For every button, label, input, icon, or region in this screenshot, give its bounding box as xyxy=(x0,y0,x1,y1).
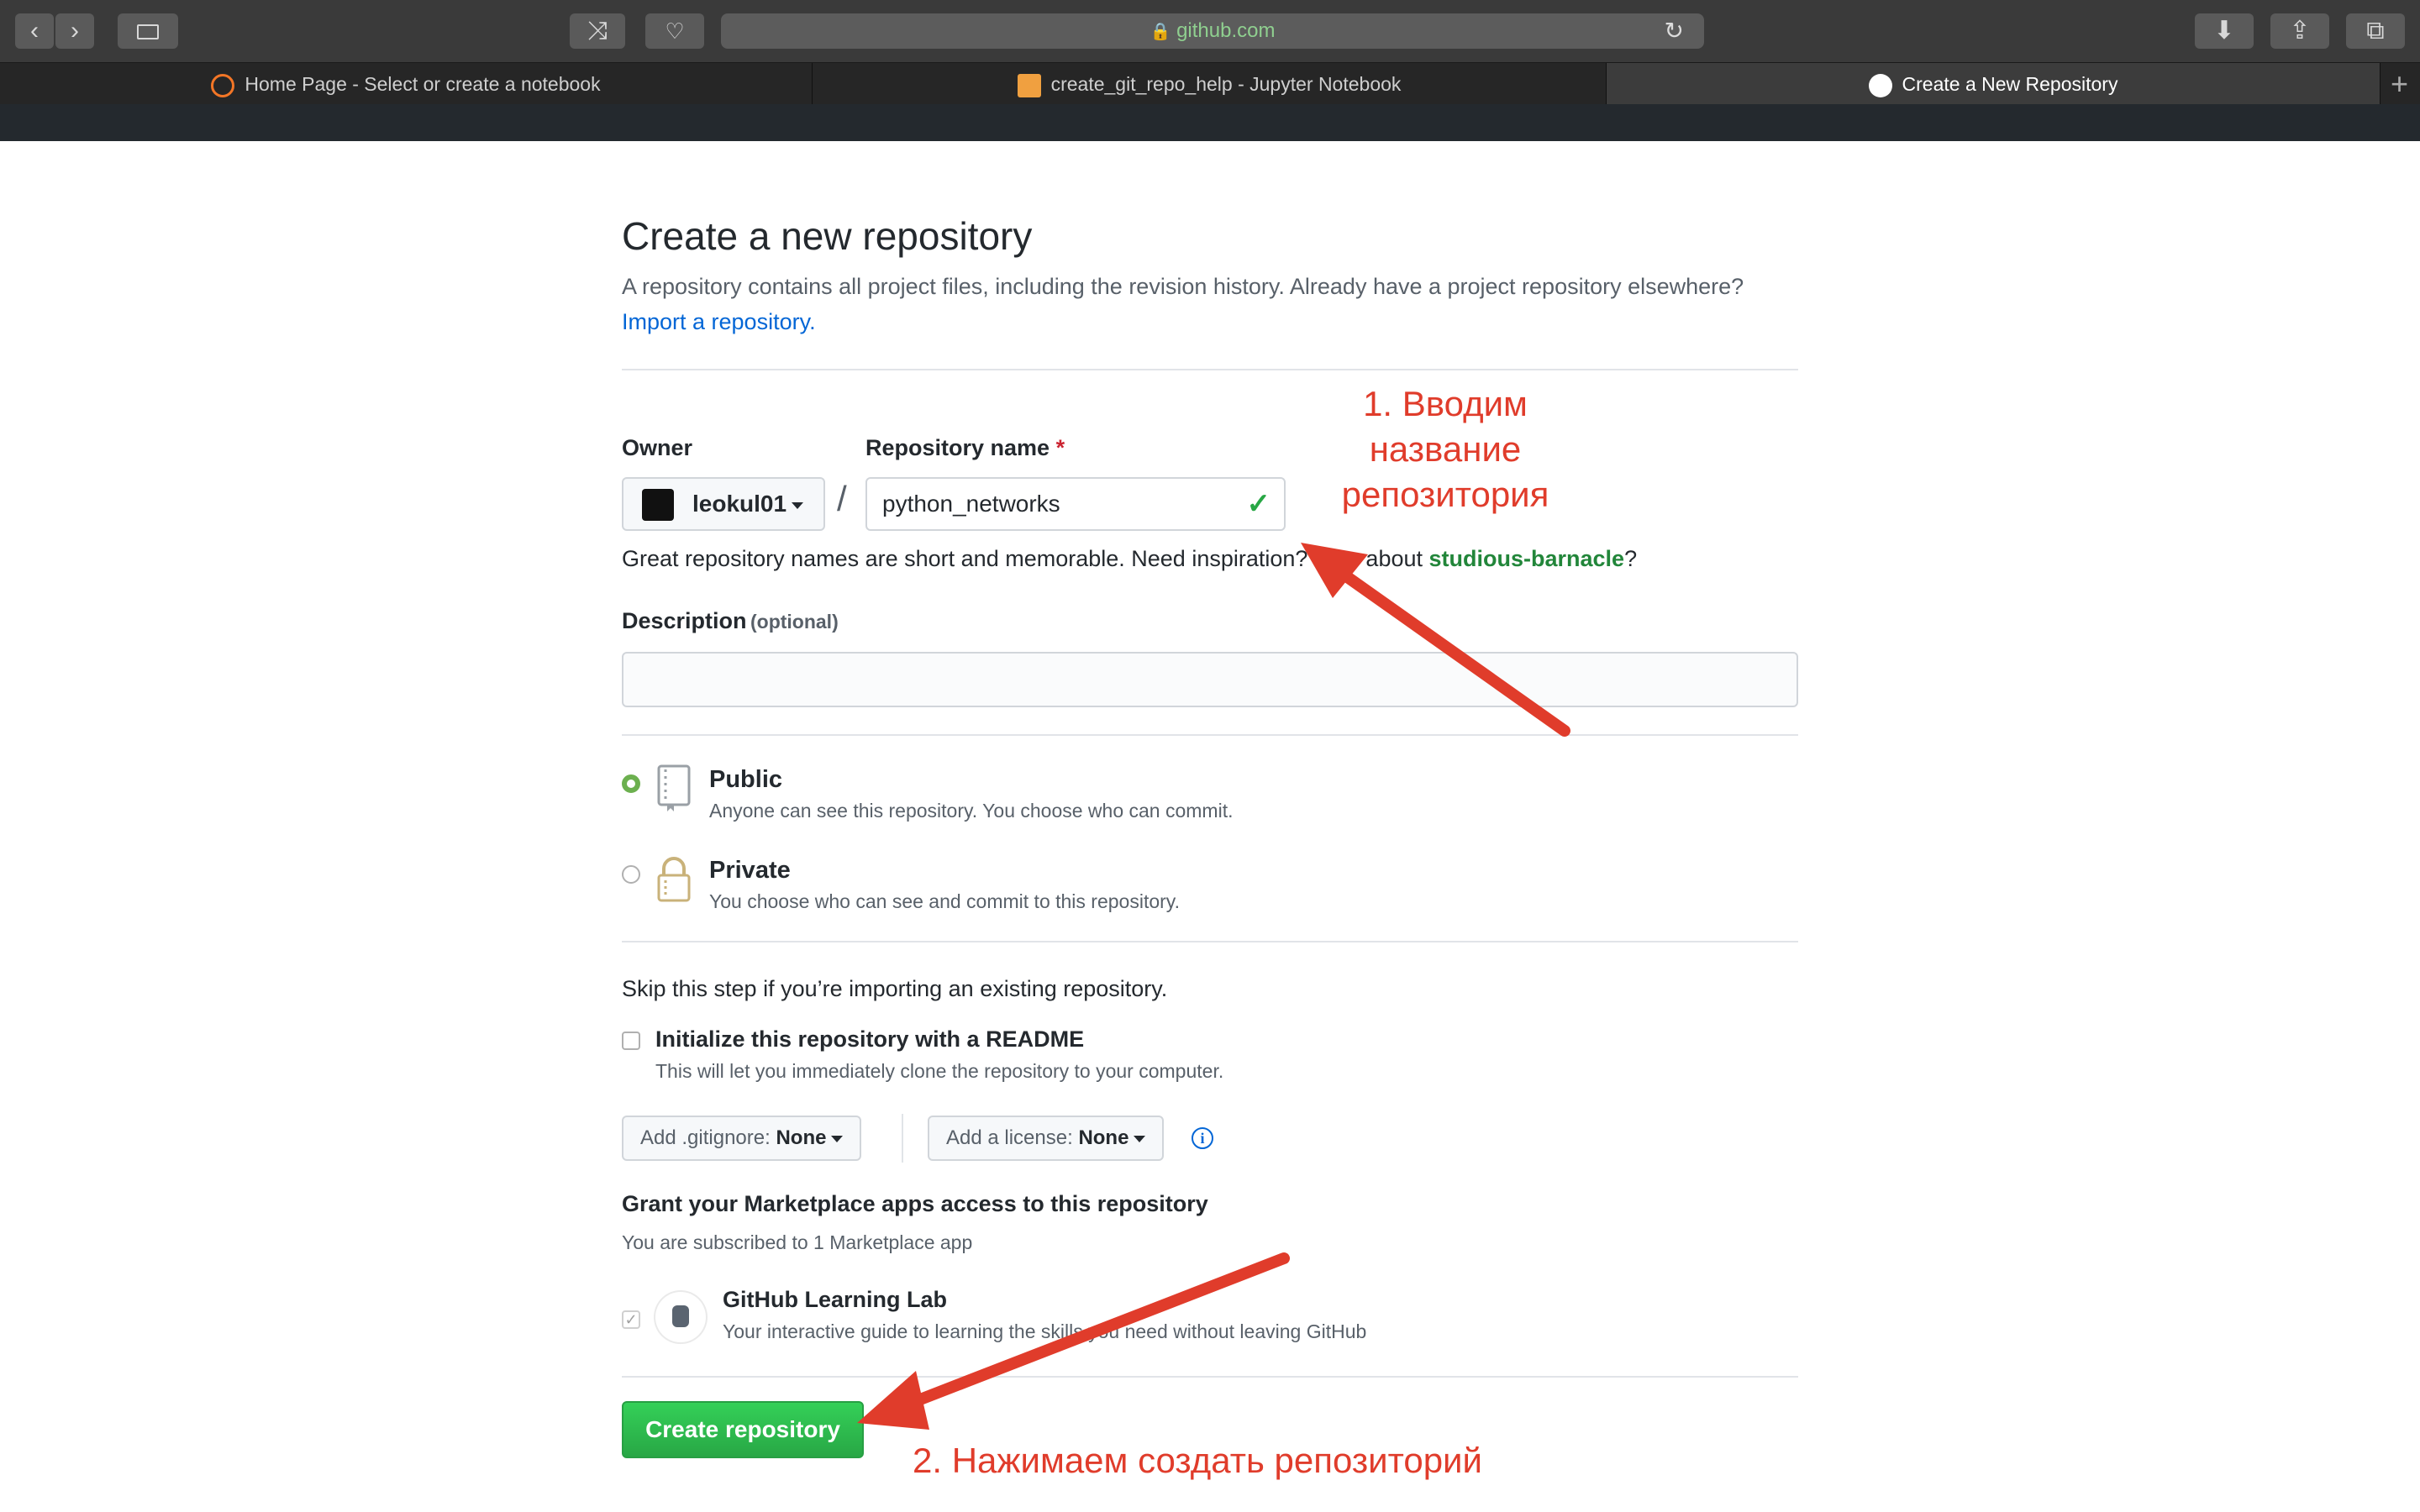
gitignore-dropdown[interactable]: Add .gitignore: None xyxy=(622,1116,862,1161)
arrowhead xyxy=(857,1371,929,1430)
private-title: Private xyxy=(709,857,791,884)
create-repository-button[interactable]: Create repository xyxy=(622,1401,864,1458)
tab-notebook[interactable]: create_git_repo_help - Jupyter Notebook xyxy=(813,63,1607,105)
marketplace-heading: Grant your Marketplace apps access to th… xyxy=(622,1191,1208,1216)
pocket-icon: ♡ xyxy=(665,18,685,44)
tabs-icon: ⧉ xyxy=(2366,17,2385,45)
owner-label: Owner xyxy=(622,435,693,460)
repo-name-label-text: Repository name xyxy=(865,435,1050,460)
owner-repo-separator: / xyxy=(837,479,847,518)
notebook-icon xyxy=(1017,73,1041,97)
annotation-step1: 1. Вводим название репозитория xyxy=(1311,381,1580,517)
name-help-text: Great repository names are short and mem… xyxy=(622,546,1637,572)
description-label-text: Description xyxy=(622,608,747,633)
app-name: GitHub Learning Lab xyxy=(723,1287,947,1312)
extension-button[interactable]: ⤨ xyxy=(570,13,625,49)
address-bar[interactable]: 🔒 github.com ↻ xyxy=(721,13,1704,49)
browser-chrome: ‹ › ⤨ ♡ 🔒 github.com ↻ ⬇ ⇪ ⧉ Home Page -… xyxy=(0,0,2420,141)
share-button[interactable]: ⇪ xyxy=(2270,13,2329,49)
optional-tag: (optional) xyxy=(750,611,839,633)
avatar xyxy=(642,489,674,521)
public-title: Public xyxy=(709,766,783,793)
jupyter-icon xyxy=(211,73,235,97)
license-label: Add a license: xyxy=(946,1126,1073,1149)
suggested-name-link[interactable]: studious-barnacle xyxy=(1429,546,1625,571)
readme-label: Initialize this repository with a README xyxy=(655,1026,1085,1052)
check-icon: ✓ xyxy=(1246,488,1271,520)
annotation-line: репозитория xyxy=(1341,475,1549,514)
back-button[interactable]: ‹ xyxy=(15,13,54,49)
help-text-end: ? xyxy=(1624,546,1638,571)
repository-name-input[interactable]: python_networks ✓ xyxy=(865,477,1286,531)
lock-icon xyxy=(657,857,691,902)
public-note: Anyone can see this repository. You choo… xyxy=(709,800,1234,822)
browser-toolbar: ‹ › ⤨ ♡ 🔒 github.com ↻ ⬇ ⇪ ⧉ xyxy=(0,0,2420,62)
caret-down-icon xyxy=(792,501,804,509)
download-icon: ⬇ xyxy=(2213,17,2235,45)
downloads-button[interactable]: ⬇ xyxy=(2195,13,2254,49)
caret-down-icon xyxy=(831,1135,844,1142)
lock-icon: 🔒 xyxy=(1150,23,1171,41)
repository-name-value: python_networks xyxy=(882,491,1060,517)
public-radio[interactable] xyxy=(622,774,640,793)
learning-lab-avatar xyxy=(655,1292,706,1342)
private-radio[interactable] xyxy=(622,865,640,884)
divider xyxy=(622,369,1798,370)
gitignore-label: Add .gitignore: xyxy=(640,1126,771,1149)
divider xyxy=(622,941,1798,942)
annotation-line: название xyxy=(1369,429,1522,469)
annotation-step2: 2. Нажимаем создать репозиторий xyxy=(913,1441,1482,1480)
annotation-arrows xyxy=(857,543,1570,1430)
help-text: Great repository names are short and mem… xyxy=(622,546,1423,571)
description-input[interactable] xyxy=(622,652,1798,707)
marketplace-subtext: You are subscribed to 1 Marketplace app xyxy=(622,1231,973,1253)
page-subtitle: A repository contains all project files,… xyxy=(622,269,1798,339)
info-icon[interactable]: i xyxy=(1192,1127,1213,1149)
page-title: Create a new repository xyxy=(622,214,1033,258)
owner-dropdown[interactable]: leokul01 xyxy=(622,477,825,531)
divider xyxy=(622,734,1798,736)
sidebar-toggle-button[interactable] xyxy=(118,13,178,49)
tab-create-repository[interactable]: Create a New Repository xyxy=(1607,63,2381,105)
license-value: None xyxy=(1078,1126,1129,1149)
gitignore-value: None xyxy=(776,1126,827,1149)
url-text: github.com xyxy=(1176,19,1276,42)
repo-book-icon xyxy=(657,764,691,811)
readme-checkbox[interactable] xyxy=(622,1032,640,1050)
license-dropdown[interactable]: Add a license: None xyxy=(928,1116,1165,1161)
forward-button[interactable]: › xyxy=(55,13,94,49)
private-note: You choose who can see and commit to thi… xyxy=(709,890,1180,912)
repo-name-label: Repository name * xyxy=(865,435,1065,461)
reload-icon[interactable]: ↻ xyxy=(1665,13,1684,49)
pocket-button[interactable]: ♡ xyxy=(645,13,704,49)
tab-home-page[interactable]: Home Page - Select or create a notebook xyxy=(0,63,813,105)
subtitle-text: A repository contains all project files,… xyxy=(622,274,1744,299)
tab-label: Create a New Repository xyxy=(1902,73,2118,95)
separator xyxy=(902,1114,903,1163)
divider xyxy=(622,1376,1798,1378)
extension-icon: ⤨ xyxy=(587,17,608,45)
github-icon xyxy=(1868,73,1892,97)
tab-bar: Home Page - Select or create a notebook … xyxy=(0,62,2420,105)
annotation-line: 1. Вводим xyxy=(1363,384,1528,423)
tab-label: Home Page - Select or create a notebook xyxy=(245,73,601,95)
description-label: Description (optional) xyxy=(622,608,839,634)
github-header xyxy=(0,104,2420,141)
required-mark: * xyxy=(1055,435,1065,460)
new-tab-button[interactable]: + xyxy=(2391,63,2408,105)
caret-down-icon xyxy=(1134,1135,1146,1142)
owner-value: leokul01 xyxy=(692,491,804,517)
app-description: Your interactive guide to learning the s… xyxy=(723,1320,1367,1342)
app-access-checkbox[interactable]: ✓ xyxy=(622,1310,640,1329)
import-repository-link[interactable]: Import a repository. xyxy=(622,309,816,334)
skip-step-text: Skip this step if you’re importing an ex… xyxy=(622,976,1168,1001)
sidebar-icon xyxy=(137,24,159,40)
tab-overview-button[interactable]: ⧉ xyxy=(2346,13,2405,49)
tab-label: create_git_repo_help - Jupyter Notebook xyxy=(1050,73,1402,95)
readme-note: This will let you immediately clone the … xyxy=(655,1060,1224,1082)
share-icon: ⇪ xyxy=(2289,17,2311,45)
